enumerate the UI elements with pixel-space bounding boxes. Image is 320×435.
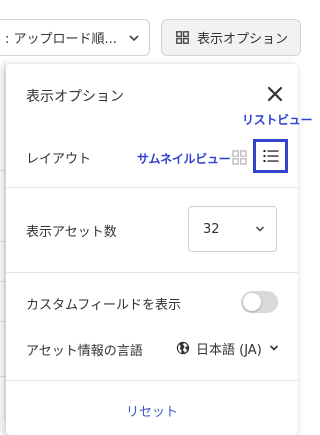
globe-icon: [176, 341, 190, 355]
list-icon: [263, 150, 278, 162]
asset-language-select[interactable]: 日本語 (JA): [176, 338, 280, 358]
reset-link[interactable]: リセット: [6, 401, 298, 420]
chevron-down-icon: [255, 226, 265, 232]
asset-count-value: 32: [203, 221, 220, 237]
background-divider: [4, 60, 5, 420]
display-options-button[interactable]: 表示オプション: [161, 19, 301, 56]
panel-title: 表示オプション: [26, 89, 124, 105]
sort-order-label: : アップロード順...: [5, 32, 117, 47]
thumbnail-view-annotation: サムネイルビュー: [137, 152, 231, 166]
asset-count-select[interactable]: 32: [188, 206, 277, 252]
divider: [6, 187, 298, 188]
custom-fields-label: カスタムフィールドを表示: [26, 298, 181, 313]
divider: [6, 380, 298, 381]
layout-label: レイアウト: [26, 152, 92, 167]
divider: [6, 272, 298, 273]
asset-language-value: 日本語 (JA): [196, 342, 262, 358]
close-icon[interactable]: [264, 83, 286, 105]
list-view-annotation: リストビュー: [242, 113, 313, 127]
grid-icon: [176, 31, 189, 44]
custom-fields-toggle[interactable]: [241, 291, 278, 313]
asset-language-label: アセット情報の言語: [26, 344, 143, 359]
display-options-label: 表示オプション: [197, 32, 289, 47]
thumbnail-view-button[interactable]: [232, 150, 247, 165]
sort-order-dropdown[interactable]: : アップロード順...: [0, 19, 150, 56]
chevron-down-icon: [269, 345, 278, 351]
display-options-panel: 表示オプション リストビュー レイアウト サムネイルビュー 表示アセット数 32…: [6, 64, 313, 435]
chevron-down-icon: [129, 35, 139, 42]
list-view-button[interactable]: [253, 139, 288, 173]
toggle-knob: [243, 293, 261, 311]
asset-count-label: 表示アセット数: [26, 225, 117, 240]
